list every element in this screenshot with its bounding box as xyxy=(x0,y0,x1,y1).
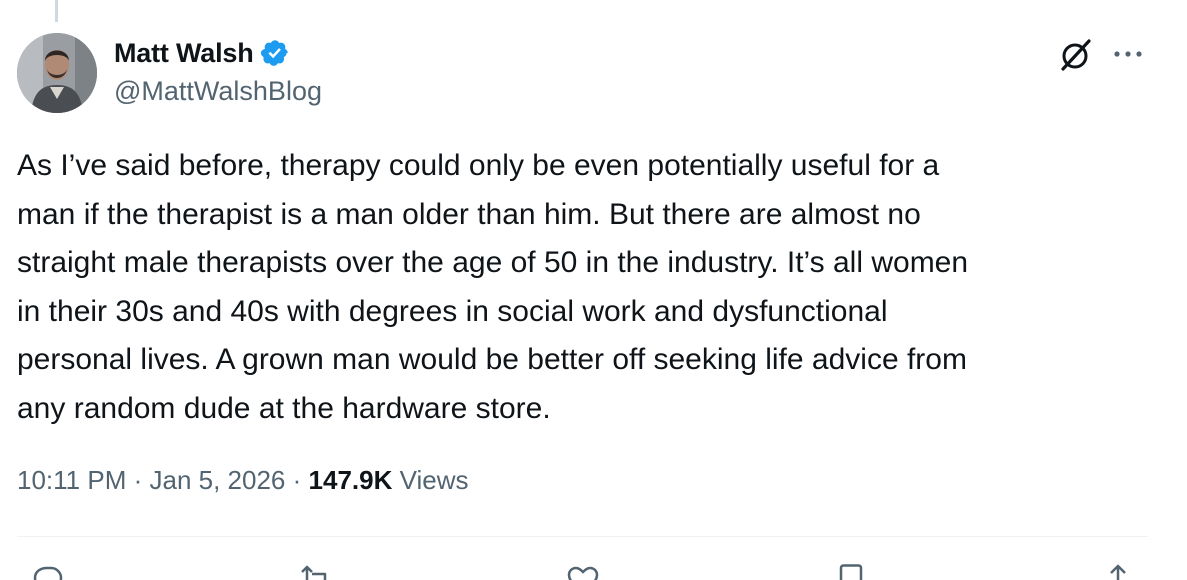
meta-separator: · xyxy=(133,465,143,495)
author-handle[interactable]: @MattWalshBlog xyxy=(114,76,322,107)
tweet-meta: 10:11 PM · Jan 5, 2026 · 147.9K Views xyxy=(17,465,469,496)
like-icon[interactable] xyxy=(563,560,603,580)
views-label: Views xyxy=(399,465,469,495)
views-count[interactable]: 147.9K xyxy=(309,465,393,495)
author-name-row: Matt Walsh xyxy=(114,36,290,70)
tweet-date[interactable]: Jan 5, 2026 xyxy=(150,465,286,495)
divider xyxy=(17,536,1148,537)
thread-connector-line xyxy=(55,0,58,22)
meta-separator: · xyxy=(292,465,302,495)
grok-icon[interactable] xyxy=(1057,36,1095,74)
reply-icon[interactable] xyxy=(27,560,67,580)
share-icon[interactable] xyxy=(1098,560,1138,580)
author-display-name[interactable]: Matt Walsh xyxy=(114,38,254,69)
avatar[interactable] xyxy=(17,33,97,113)
avatar-image xyxy=(17,33,97,113)
repost-icon[interactable] xyxy=(296,560,336,580)
verified-badge-icon[interactable] xyxy=(260,38,290,68)
bookmark-icon[interactable] xyxy=(831,560,871,580)
more-options-icon[interactable] xyxy=(1111,44,1147,64)
tweet-time[interactable]: 10:11 PM xyxy=(17,465,126,495)
tweet-text: As I’ve said before, therapy could only … xyxy=(17,149,969,425)
